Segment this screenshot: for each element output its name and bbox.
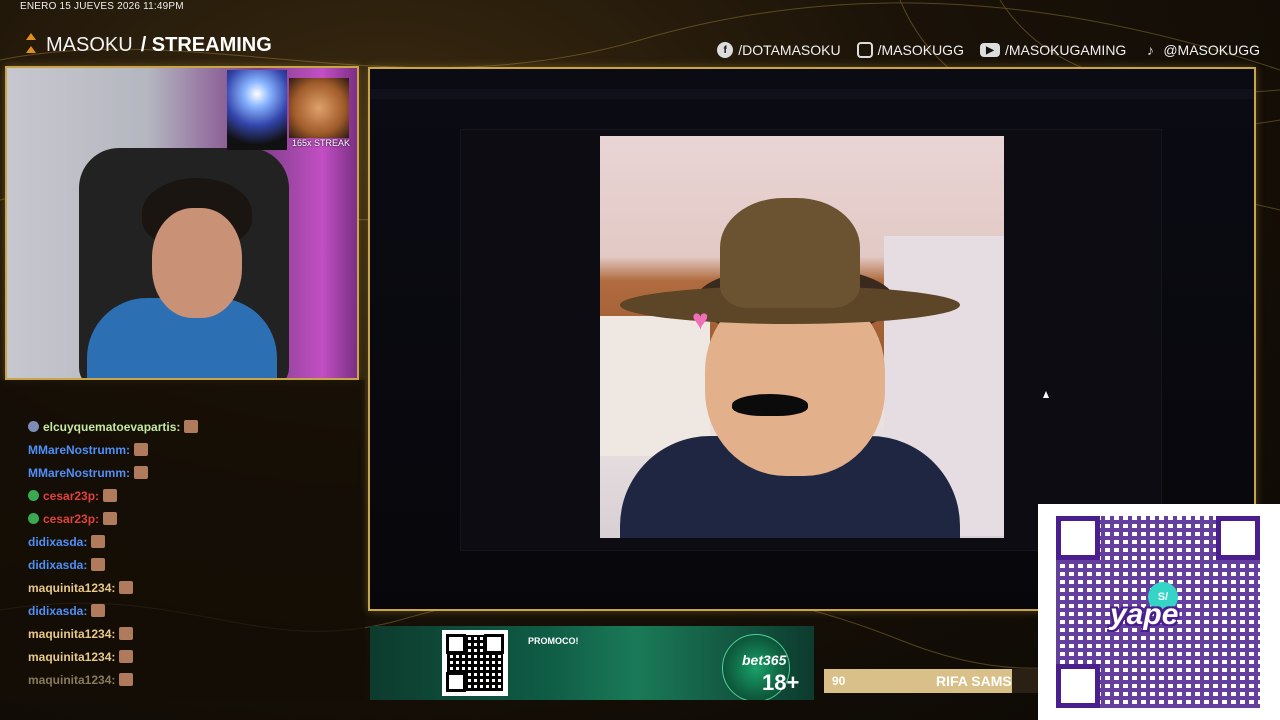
streak-label: 165x STREAK: [292, 138, 351, 148]
chat-emote-icon: [91, 604, 106, 617]
dimmed-toolbar: [370, 89, 1254, 99]
chat-username[interactable]: maquinita1234:: [28, 581, 115, 595]
social-facebook[interactable]: f /DOTAMASOKU: [717, 42, 841, 58]
chat-username[interactable]: cesar23p:: [43, 512, 99, 526]
heart-filter-icon: ♥: [692, 304, 709, 335]
chat-username[interactable]: cesar23p:: [43, 489, 99, 503]
chat-message: cesar23p:: [28, 510, 198, 527]
bet365-logo: bet365: [742, 652, 787, 668]
chat-message: maquinita1234:: [28, 671, 198, 688]
chat-username[interactable]: maquinita1234:: [28, 650, 115, 664]
social-label: @MASOKUGG: [1163, 42, 1260, 58]
social-instagram[interactable]: /MASOKUGG: [856, 42, 964, 58]
chat-message: didixasda:: [28, 533, 198, 550]
youtube-icon: ▶: [979, 43, 1000, 57]
promo-banner[interactable]: PROMOCO! bet365 18+: [370, 626, 814, 700]
chat-list: elcuyquematoevapartis: MMareNostrumm: MMar…: [28, 418, 199, 688]
chat-emote-icon: [119, 627, 134, 640]
mouse-cursor-icon: [1043, 391, 1049, 398]
chat-message: MMareNostrumm:: [28, 441, 198, 458]
chat-message: MMareNostrumm:: [28, 464, 198, 481]
chat-username[interactable]: didixasda:: [28, 604, 87, 618]
yape-logo: yape: [1110, 598, 1179, 631]
social-links: f /DOTAMASOKU /MASOKUGG ▶ /MASOKUGAMING …: [717, 42, 1260, 58]
chat-emote-icon: [119, 581, 134, 594]
date-time: ENERO 15 JUEVES 2026 11:49PM: [20, 1, 184, 12]
chat-username[interactable]: didixasda:: [28, 535, 87, 549]
chat-emote-icon: [134, 443, 149, 456]
social-youtube[interactable]: ▶ /MASOKUGAMING: [979, 42, 1127, 58]
instagram-icon: [856, 42, 873, 58]
chat-emote-icon: [119, 650, 134, 663]
brand-logo-icon: [24, 33, 38, 57]
social-label: /MASOKUGG: [877, 42, 964, 58]
promo-label: PROMOCO!: [528, 636, 579, 646]
user-badge-icon: [28, 513, 39, 524]
chat-panel: elcuyquematoevapartis: MMareNostrumm: MMar…: [0, 380, 365, 700]
chat-emote-icon: [91, 558, 106, 571]
video-player[interactable]: ♥: [600, 136, 1004, 538]
user-badge-icon: [28, 490, 39, 501]
qr-finder-icon: [1056, 664, 1100, 708]
laughing-emote-icon: [289, 78, 349, 138]
chat-emote-icon: [103, 512, 118, 525]
chat-message: cesar23p:: [28, 487, 198, 504]
age-restriction: 18+: [762, 670, 800, 695]
chat-emote-icon: [134, 466, 149, 479]
chat-username[interactable]: maquinita1234:: [28, 673, 115, 687]
chat-username[interactable]: maquinita1234:: [28, 627, 115, 641]
social-tiktok[interactable]: ♪ @MASOKUGG: [1142, 42, 1260, 58]
streak-emote-icon: [227, 70, 287, 150]
streamer: [87, 178, 277, 378]
chat-username[interactable]: MMareNostrumm:: [28, 466, 130, 480]
brand-name: MASOKU: [46, 33, 133, 56]
chat-message: maquinita1234:: [28, 579, 198, 596]
social-label: /MASOKUGAMING: [1004, 42, 1127, 58]
chat-username[interactable]: elcuyquematoevapartis:: [43, 420, 180, 434]
chat-message: maquinita1234:: [28, 648, 198, 665]
brand-subtitle: / STREAMING: [140, 33, 272, 56]
raffle-ticker: 90 RIFA SAMSUN: [824, 669, 1040, 693]
chat-emote-icon: [184, 420, 199, 433]
tiktok-icon: ♪: [1146, 42, 1154, 58]
chat-message: elcuyquematoevapartis:: [28, 418, 199, 435]
chat-message: didixasda:: [28, 602, 198, 619]
ticker-number: 90: [832, 674, 846, 688]
chat-message: maquinita1234:: [28, 625, 198, 642]
chat-emote-icon: [91, 535, 106, 548]
qr-finder-icon: [1056, 516, 1100, 560]
user-badge-icon: [28, 421, 39, 432]
qr-finder-icon: [1216, 516, 1260, 560]
chat-message: didixasda:: [28, 556, 198, 573]
chat-emote-icon: [103, 489, 118, 502]
facebook-icon: f: [717, 42, 734, 58]
chat-emote-icon: [119, 673, 134, 686]
mustache-filter: [732, 394, 808, 416]
stream-brand: MASOKU / STREAMING: [24, 33, 272, 57]
social-label: /DOTAMASOKU: [738, 42, 841, 58]
chat-username[interactable]: MMareNostrumm:: [28, 443, 130, 457]
webcam-feed: 165x STREAK: [5, 66, 359, 380]
promo-qr-code[interactable]: [442, 630, 508, 696]
chat-username[interactable]: didixasda:: [28, 558, 87, 572]
